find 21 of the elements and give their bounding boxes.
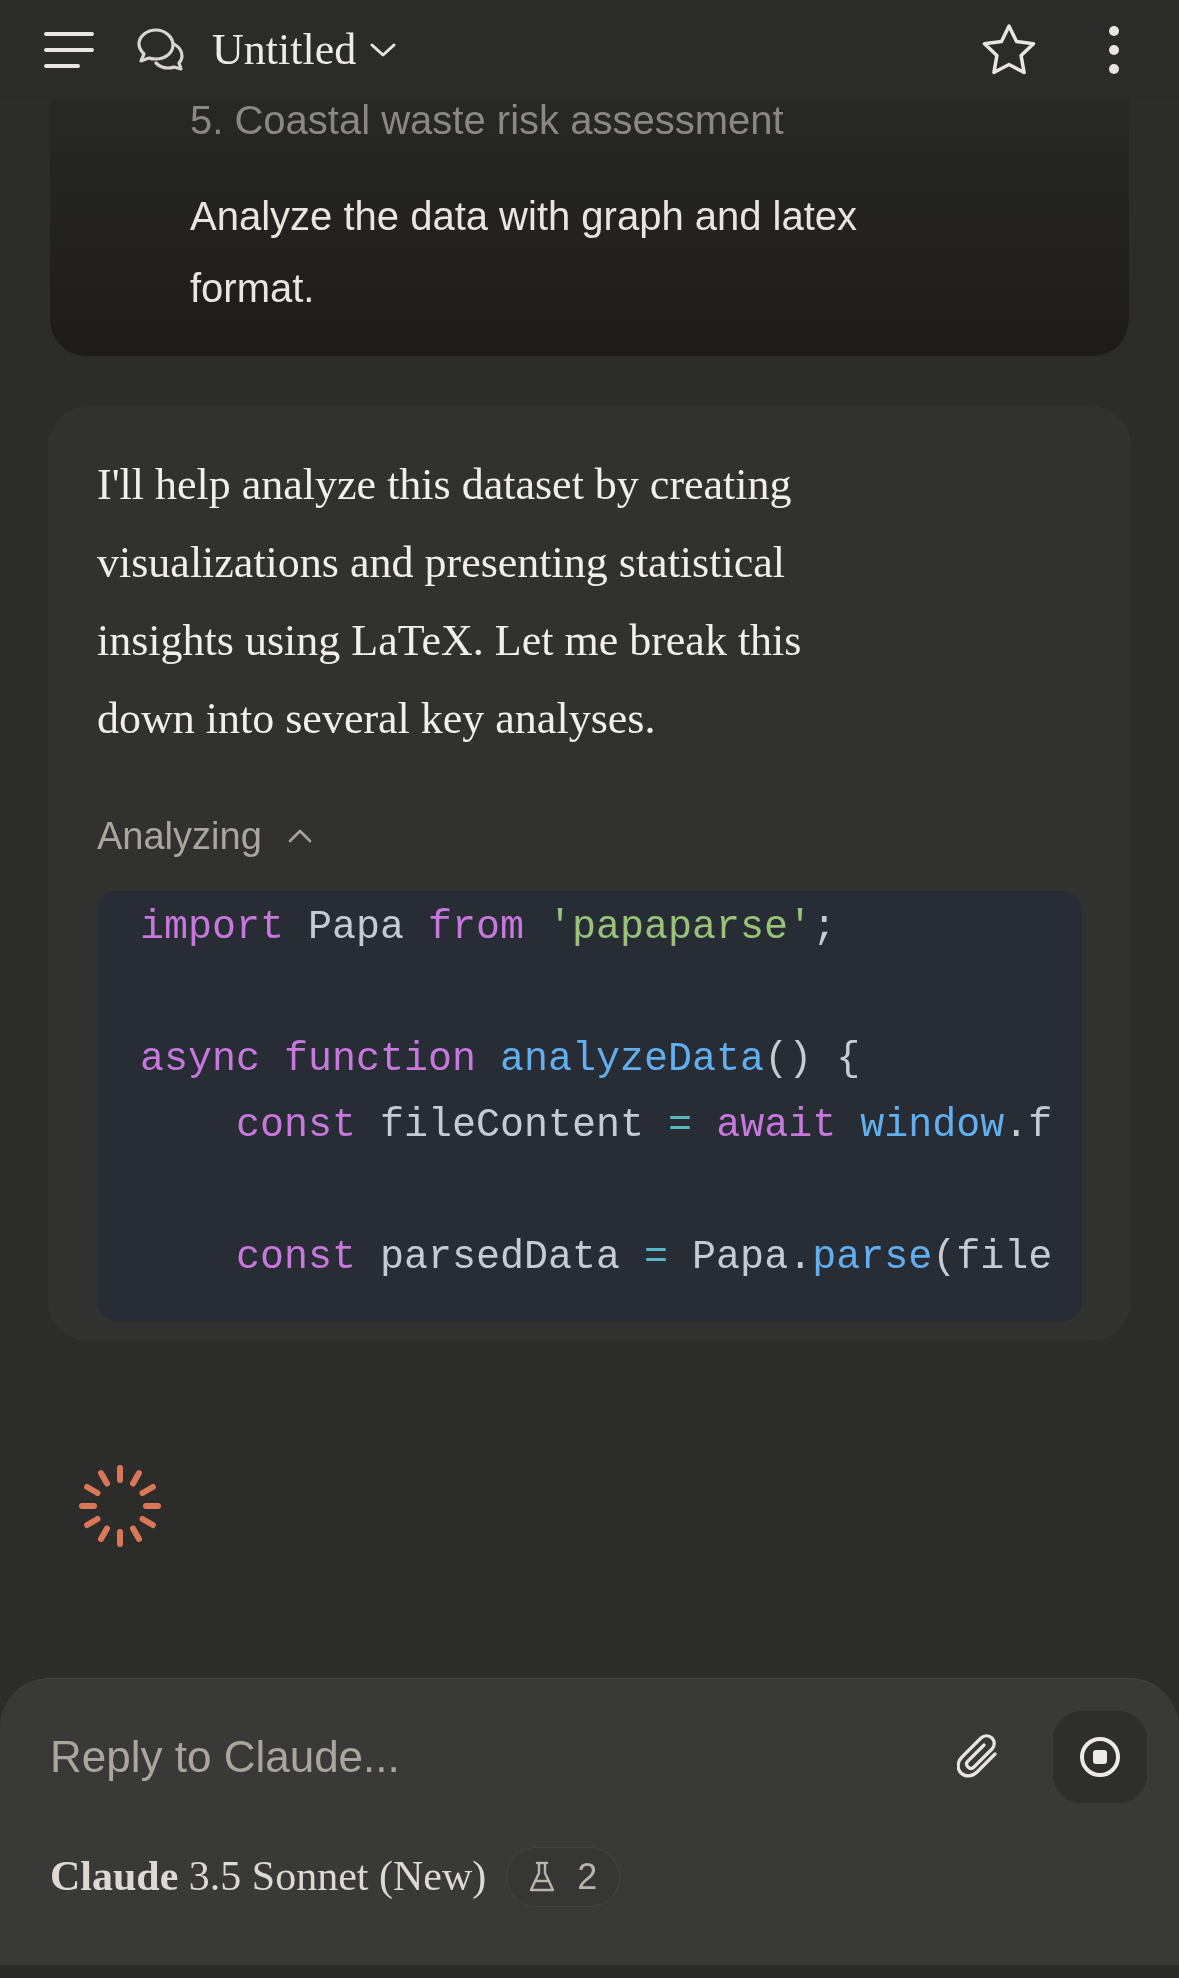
reply-input-field[interactable]: Reply to Claude... [50,1724,957,1790]
chat-bubbles-icon[interactable] [134,26,186,74]
stop-button[interactable] [1053,1711,1147,1803]
model-name[interactable]: Claude 3.5 Sonnet (New) [50,1845,487,1908]
code-line: import Papa from 'papaparse'; [140,905,837,950]
message-text: 5. Coastal waste risk assessment [190,100,785,140]
stop-icon [1079,1736,1121,1778]
menu-icon[interactable] [44,30,94,70]
code-line: async function analyzeData() { [140,1037,861,1082]
code-line: const fileContent = await window.f [235,1103,1053,1148]
message-text: Analyze the data with graph and latex format. [190,193,859,312]
code-line: const parsedData = Papa.parse(file [235,1235,1053,1280]
chevron-up-icon [287,829,312,843]
tools-chip[interactable]: 2 [506,1846,621,1907]
chevron-down-icon [370,42,397,58]
star-icon[interactable] [981,23,1037,77]
analyzing-toggle[interactable]: Analyzing [97,811,312,861]
flask-icon [529,1860,556,1893]
more-options-icon[interactable] [1107,25,1121,75]
response-text: I'll help analyze this dataset by creating visualizations and presenting statistical insights using LaTeX. Let me break this down into several key analyses. [97,459,803,745]
conversation-title[interactable]: Untitled [212,17,397,83]
